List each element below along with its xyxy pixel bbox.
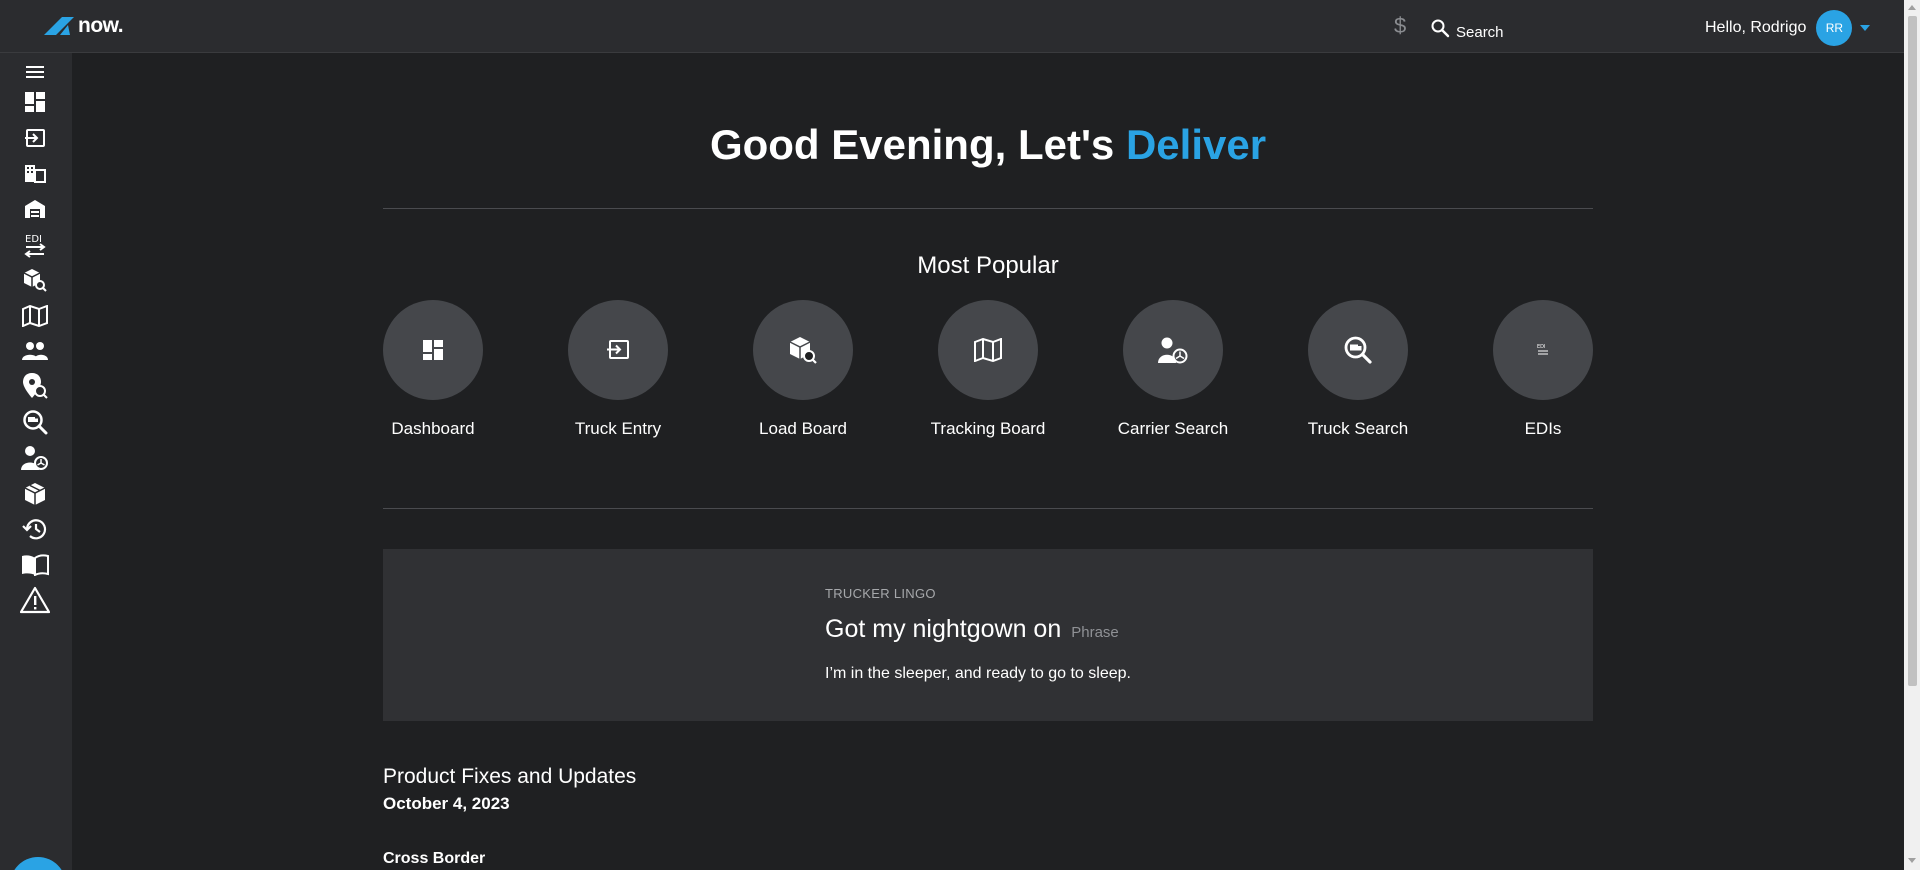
top-bar: now. $ Search Hello, Rodrigo RR (0, 0, 1904, 53)
package-icon (24, 483, 46, 505)
sidebar-item-shipments[interactable] (18, 479, 52, 509)
sidebar-item-truck-entry[interactable] (18, 123, 52, 153)
trucker-lingo-card: TRUCKER LINGO Got my nightgown on Phrase … (383, 549, 1593, 721)
user-menu[interactable]: Hello, Rodrigo RR (1705, 10, 1871, 46)
sidebar-item-tracking[interactable] (18, 301, 52, 331)
tile-edis-button[interactable]: EDI (1493, 300, 1593, 400)
edi-text: EDI (1537, 344, 1545, 350)
sidebar-item-guide[interactable] (18, 550, 52, 580)
updates-title: Product Fixes and Updates (383, 765, 637, 788)
tile-load-board[interactable]: Load Board (753, 300, 853, 439)
scrollbar[interactable] (1904, 0, 1920, 870)
scroll-down-arrow-icon[interactable] (1908, 858, 1916, 863)
search-input[interactable]: Search (1456, 24, 1504, 41)
map-icon (974, 338, 1002, 362)
dashboard-icon (423, 340, 443, 360)
sidebar-item-facilities[interactable] (18, 158, 52, 188)
chevron-down-icon[interactable] (1860, 25, 1871, 31)
currency-button[interactable]: $ (1394, 13, 1406, 39)
tile-carrier-search[interactable]: Carrier Search (1118, 300, 1228, 439)
sidebar-item-edi[interactable]: EDI (18, 230, 52, 260)
carrier-icon (1158, 337, 1188, 364)
load-search-icon (23, 269, 47, 292)
logo-mark-icon (44, 17, 74, 35)
tile-tracking-board-button[interactable] (938, 300, 1038, 400)
most-popular-title: Most Popular (917, 252, 1059, 279)
search-icon (1431, 19, 1450, 38)
truck-entry-icon (607, 340, 629, 359)
avatar[interactable]: RR (1816, 10, 1853, 46)
lingo-description: I’m in the sleeper, and ready to go to s… (825, 665, 1131, 682)
sidebar-item-contacts[interactable] (18, 336, 52, 366)
truck-search-icon (23, 410, 48, 435)
edi-icon: EDI (1537, 344, 1548, 355)
sidebar-item-load-board[interactable] (18, 265, 52, 295)
page-title: Good Evening, Let's Deliver (383, 121, 1593, 169)
tile-tracking-board[interactable]: Tracking Board (931, 300, 1045, 439)
sidebar: EDI (0, 53, 72, 870)
divider (383, 508, 1593, 509)
tile-label: Dashboard (391, 419, 475, 438)
divider (383, 208, 1593, 209)
greeting-text: Good Evening, Let's (709, 121, 1126, 168)
history-icon (22, 519, 47, 540)
tile-truck-search[interactable]: Truck Search (1308, 300, 1408, 439)
load-board-icon (789, 337, 817, 364)
tile-label: Truck Entry (574, 419, 662, 438)
building-icon (25, 165, 46, 183)
menu-icon (26, 66, 44, 78)
lingo-phrase: Got my nightgown on (825, 615, 1062, 643)
tile-load-board-button[interactable] (753, 300, 853, 400)
tile-label: Truck Search (1307, 419, 1409, 438)
sidebar-item-warehouse[interactable] (18, 194, 52, 224)
map-icon (22, 305, 48, 327)
logo-text: now. (78, 14, 124, 37)
scroll-up-arrow-icon[interactable] (1908, 5, 1916, 10)
updates-section-heading: Cross Border (383, 850, 486, 867)
tile-label: Carrier Search (1117, 419, 1229, 438)
sidebar-item-history[interactable] (18, 514, 52, 544)
tile-truck-entry[interactable]: Truck Entry (568, 300, 668, 439)
tile-truck-entry-button[interactable] (568, 300, 668, 400)
edi-text: EDI (25, 234, 42, 245)
updates-date: October 4, 2023 (383, 794, 510, 813)
scrollbar-thumb[interactable] (1908, 16, 1917, 686)
tile-dashboard-button[interactable] (383, 300, 483, 400)
sidebar-item-menu[interactable] (18, 57, 52, 87)
sidebar-item-dashboard[interactable] (18, 87, 52, 117)
search-box[interactable]: Search (1430, 13, 1630, 43)
truck-search-icon (1344, 336, 1372, 364)
greeting-accent: Deliver (1125, 121, 1267, 168)
tile-truck-search-button[interactable] (1308, 300, 1408, 400)
tile-dashboard[interactable]: Dashboard (383, 300, 483, 439)
help-button[interactable]: ? (10, 857, 66, 870)
sidebar-item-carrier[interactable] (18, 443, 52, 473)
people-icon (22, 342, 48, 360)
edi-icon: EDI (24, 234, 46, 258)
sidebar-item-alerts[interactable] (18, 585, 52, 615)
truck-entry-icon (25, 129, 45, 147)
user-greeting: Hello, Rodrigo (1705, 19, 1807, 36)
location-search-icon (23, 373, 48, 399)
lingo-kicker: TRUCKER LINGO (825, 586, 936, 601)
book-icon (22, 554, 49, 576)
carrier-icon (21, 446, 48, 470)
lingo-title: Got my nightgown on Phrase (825, 615, 1119, 644)
sidebar-item-location[interactable] (18, 371, 52, 401)
warehouse-icon (25, 200, 45, 218)
tile-edis[interactable]: EDI EDIs (1493, 300, 1593, 439)
tile-label: Tracking Board (930, 419, 1046, 438)
warning-icon (20, 586, 50, 614)
sidebar-item-truck-search[interactable] (18, 407, 52, 437)
tile-carrier-search-button[interactable] (1123, 300, 1223, 400)
dashboard-icon (25, 92, 45, 112)
lingo-type: Phrase (1071, 624, 1119, 641)
tile-label: Load Board (759, 419, 847, 438)
logo[interactable]: now. (42, 14, 124, 38)
tile-label: EDIs (1524, 419, 1562, 438)
